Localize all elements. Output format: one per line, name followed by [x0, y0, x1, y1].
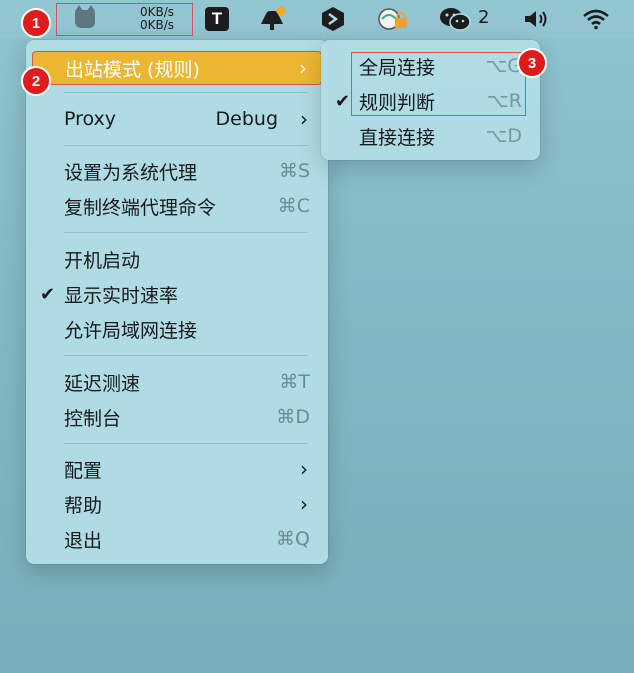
- menu-bar: 0KB/s 0KB/s T 2: [0, 0, 634, 38]
- menu-item-proxy[interactable]: Proxy Debug ›: [32, 103, 322, 135]
- copy-terminal-proxy-label: 复制终端代理命令: [64, 196, 217, 219]
- annotation-badge-2: 2: [21, 66, 51, 96]
- chevron-right-icon: ›: [300, 457, 308, 481]
- checkmark-icon: ✔: [335, 90, 351, 112]
- chevron-right-icon: ›: [299, 56, 307, 80]
- menu-divider: [64, 443, 308, 444]
- checkmark-icon: ✔: [40, 283, 56, 305]
- annotation-highlight-box: [351, 52, 526, 116]
- annotation-badge-1: 1: [21, 8, 51, 38]
- annotation-badge-3: 3: [517, 48, 547, 78]
- menu-item-allow-lan[interactable]: 允许局域网连接: [32, 313, 322, 345]
- vpn-lock-icon[interactable]: [374, 6, 412, 32]
- submenu-item-direct[interactable]: 直接连接 ⌥D: [327, 120, 534, 152]
- direct-label: 直接连接: [359, 126, 436, 149]
- latency-test-label: 延迟测速: [64, 372, 141, 395]
- quit-label: 退出: [64, 529, 103, 552]
- wechat-unread-count: 2: [478, 7, 490, 28]
- menu-item-copy-terminal-proxy[interactable]: 复制终端代理命令 ⌘C: [32, 190, 322, 222]
- set-system-proxy-label: 设置为系统代理: [64, 161, 198, 184]
- clash-dropdown-menu: 出站模式 (规则) › Proxy Debug › 设置为系统代理 ⌘S 复制终…: [26, 40, 328, 564]
- wifi-icon[interactable]: [582, 6, 610, 32]
- menu-item-launch-at-login[interactable]: 开机启动: [32, 243, 322, 275]
- menu-divider: [64, 232, 308, 233]
- config-label: 配置: [64, 459, 103, 482]
- chevron-right-icon: ›: [300, 107, 308, 131]
- chevron-right-icon: ›: [300, 492, 308, 516]
- clash-status-item[interactable]: 0KB/s 0KB/s: [56, 3, 193, 36]
- shortcut-label: ⌘T: [279, 371, 310, 393]
- show-speed-label: 显示实时速率: [64, 284, 179, 307]
- shortcut-label: ⌥D: [485, 125, 522, 147]
- menu-item-dashboard[interactable]: 控制台 ⌘D: [32, 401, 322, 433]
- download-speed: 0KB/s: [139, 18, 174, 32]
- t-app-icon[interactable]: T: [205, 7, 229, 31]
- menu-item-show-speed[interactable]: ✔ 显示实时速率: [32, 278, 322, 310]
- launch-at-login-label: 开机启动: [64, 249, 141, 272]
- shortcut-label: ⌘D: [276, 406, 310, 428]
- clash-cat-icon: [75, 5, 95, 28]
- menu-divider: [64, 92, 308, 93]
- v2-app-icon[interactable]: [320, 6, 346, 32]
- shortcut-label: ⌘C: [277, 195, 310, 217]
- menu-item-set-system-proxy[interactable]: 设置为系统代理 ⌘S: [32, 155, 322, 187]
- menu-item-quit[interactable]: 退出 ⌘Q: [32, 523, 322, 555]
- shortcut-label: ⌘S: [278, 160, 310, 182]
- menu-item-config[interactable]: 配置 ›: [32, 453, 322, 485]
- menu-item-help[interactable]: 帮助 ›: [32, 488, 322, 520]
- menu-item-latency-test[interactable]: 延迟测速 ⌘T: [32, 366, 322, 398]
- dashboard-label: 控制台: [64, 407, 122, 430]
- menu-divider: [64, 145, 308, 146]
- shortcut-label: ⌘Q: [276, 528, 310, 550]
- volume-icon[interactable]: [522, 6, 554, 32]
- notification-bell-icon[interactable]: [257, 6, 287, 32]
- allow-lan-label: 允许局域网连接: [64, 319, 198, 342]
- menu-divider: [64, 355, 308, 356]
- speed-readout: 0KB/s 0KB/s: [140, 6, 174, 32]
- wechat-icon[interactable]: [438, 6, 472, 32]
- proxy-label: Proxy: [64, 108, 117, 130]
- menu-item-outbound-mode[interactable]: 出站模式 (规则) ›: [32, 51, 322, 85]
- proxy-value: Debug: [215, 108, 278, 130]
- help-label: 帮助: [64, 494, 103, 517]
- outbound-mode-label: 出站模式 (规则): [65, 58, 200, 81]
